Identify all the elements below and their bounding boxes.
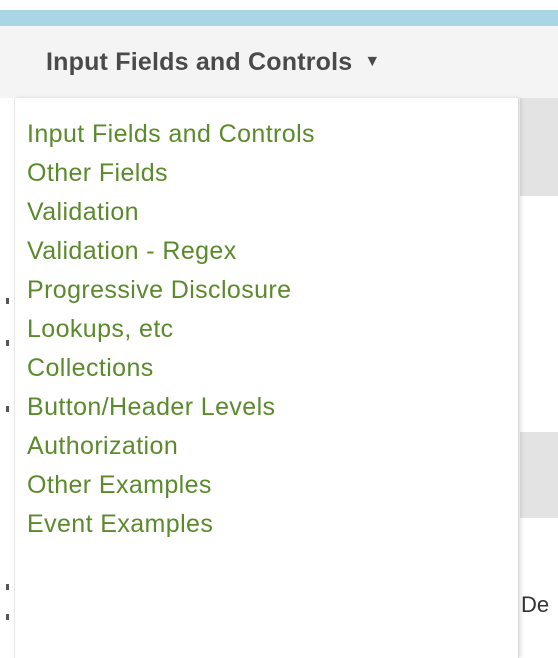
background-bullet xyxy=(6,614,9,620)
background-bullet xyxy=(6,298,9,304)
page-background-band xyxy=(520,432,558,518)
page-background-edge xyxy=(0,98,12,656)
background-bullet xyxy=(6,340,9,346)
dropdown-label: Input Fields and Controls xyxy=(46,47,353,76)
menu-item-progressive-disclosure[interactable]: Progressive Disclosure xyxy=(15,274,518,313)
menu-item-input-fields[interactable]: Input Fields and Controls xyxy=(15,118,518,157)
top-bar xyxy=(0,10,558,26)
caret-down-icon: ▼ xyxy=(364,53,381,70)
menu-item-validation[interactable]: Validation xyxy=(15,196,518,235)
section-dropdown-menu: Input Fields and Controls Other Fields V… xyxy=(14,98,519,658)
menu-item-event-examples[interactable]: Event Examples xyxy=(15,508,518,547)
menu-item-lookups[interactable]: Lookups, etc xyxy=(15,313,518,352)
menu-item-other-fields[interactable]: Other Fields xyxy=(15,157,518,196)
background-bullet xyxy=(6,584,9,590)
menu-item-validation-regex[interactable]: Validation - Regex xyxy=(15,235,518,274)
menu-item-authorization[interactable]: Authorization xyxy=(15,430,518,469)
menu-item-collections[interactable]: Collections xyxy=(15,352,518,391)
background-bullet xyxy=(6,406,9,412)
background-partial-text: De xyxy=(521,592,550,617)
section-dropdown-toggle[interactable]: Input Fields and Controls ▼ xyxy=(46,45,380,79)
page-background-band xyxy=(520,98,558,196)
top-strip xyxy=(0,0,558,10)
menu-item-other-examples[interactable]: Other Examples xyxy=(15,469,518,508)
menu-item-button-header-levels[interactable]: Button/Header Levels xyxy=(15,391,518,430)
